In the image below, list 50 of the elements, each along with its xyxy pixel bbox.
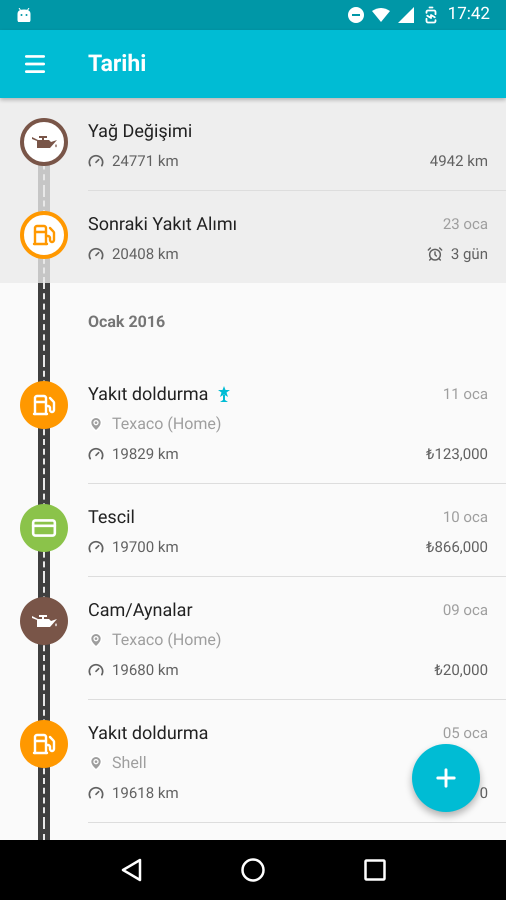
home-icon[interactable] [240, 858, 265, 882]
entry-title: Yakıt doldurma [88, 382, 208, 406]
odometer-text: 24771 km [112, 150, 179, 172]
entry-amount: ₺20,000 [434, 660, 488, 681]
entry-amount: ₺123,000 [426, 444, 488, 465]
entry-date: 23 oca [442, 214, 488, 235]
location-pin-icon [88, 632, 104, 648]
entry-title: Yakıt doldurma [88, 722, 208, 746]
fuel-pump-icon [32, 732, 56, 756]
entry-title: Tescil [88, 506, 135, 530]
entry-date: 09 oca [442, 600, 488, 621]
entry-title: Cam/Aynalar [88, 598, 193, 622]
odometer-icon [88, 246, 104, 262]
odometer-text: 20408 km [112, 244, 179, 265]
odometer-text: 19700 km [112, 536, 179, 558]
odometer-icon [88, 539, 104, 555]
odometer-text: 19829 km [112, 444, 179, 465]
location-text: Texaco (Home) [112, 629, 222, 651]
wifi-icon [372, 8, 390, 22]
month-header: Ocak 2016 [88, 311, 166, 333]
entry-date: 11 oca [442, 384, 488, 405]
fuel-pump-icon [32, 393, 56, 417]
oil-can-icon [29, 612, 59, 630]
entry-date: 10 oca [442, 506, 488, 528]
back-icon[interactable] [120, 858, 142, 882]
android-icon [16, 8, 32, 22]
odometer-icon [88, 153, 104, 169]
entry-date: 05 oca [442, 722, 488, 744]
location-text: Shell [112, 752, 147, 774]
clock-time: 17:42 [448, 3, 490, 26]
screen-title: Tarihi [88, 48, 146, 79]
fuel-pump-icon [32, 223, 56, 247]
entry-amount: ₺866,000 [426, 536, 488, 558]
entry-title: Yağ Değişimi [88, 120, 192, 144]
odometer-text: 19618 km [112, 782, 179, 804]
odometer-text: 19680 km [112, 660, 179, 681]
recents-icon[interactable] [364, 859, 386, 881]
location-pin-icon [88, 755, 104, 771]
do-not-disturb-icon [348, 7, 364, 23]
odometer-icon [88, 446, 104, 462]
odometer-icon [88, 662, 104, 678]
entry-amount: 3 gün [450, 244, 488, 265]
location-text: Texaco (Home) [112, 413, 222, 435]
oil-can-icon [29, 133, 59, 151]
odometer-icon [88, 785, 104, 801]
entry-amount: 4942 km [430, 150, 488, 172]
entry-title: Sonraki Yakıt Alımı [88, 212, 238, 236]
entry-amount: 0 [480, 782, 488, 804]
signal-icon [398, 7, 414, 23]
location-pin-icon [88, 416, 104, 432]
